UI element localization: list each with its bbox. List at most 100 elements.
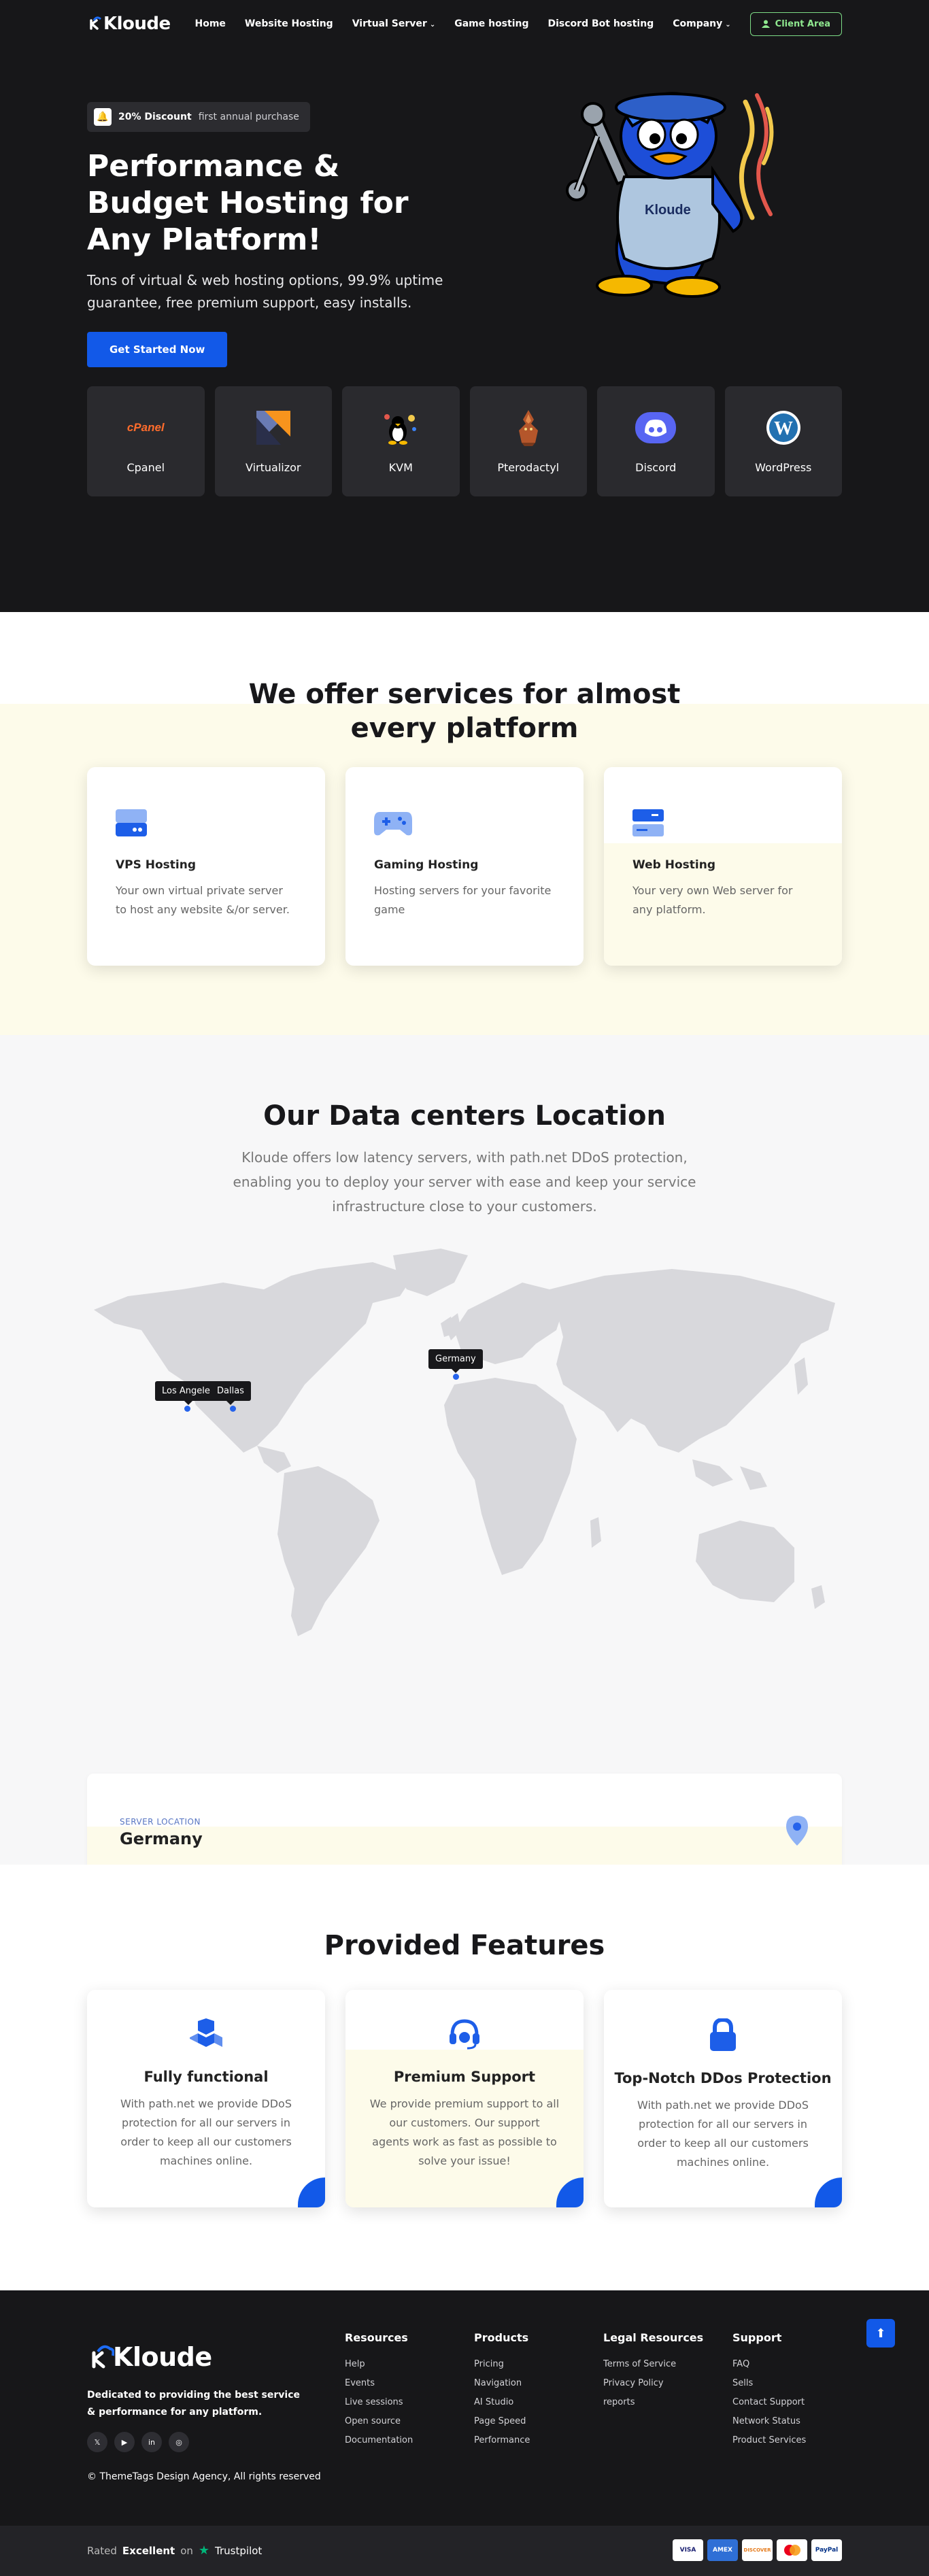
youtube-icon[interactable]: ▶ <box>114 2432 135 2452</box>
platform-label: Discord <box>635 460 677 474</box>
trustpilot-star-icon: ★ <box>198 2543 210 2558</box>
map-marker-label-dallas: Dallas <box>210 1381 251 1405</box>
platform-card-discord[interactable]: Discord <box>597 386 715 496</box>
services-title: We offer services for almost every platf… <box>248 679 681 744</box>
visa-icon: VISA <box>673 2539 703 2561</box>
service-card-gaming[interactable]: Gaming Hosting Hosting servers for your … <box>345 767 584 966</box>
footer-link[interactable]: Performance <box>474 2435 530 2445</box>
service-cards: VPS Hosting Your own virtual private ser… <box>87 767 842 966</box>
web-server-icon <box>632 809 664 836</box>
server-location-name: Germany <box>120 1829 203 1848</box>
nav-home[interactable]: Home <box>195 18 225 29</box>
instagram-icon[interactable]: ◎ <box>169 2432 189 2452</box>
world-map-icon <box>94 1249 835 1636</box>
mastercard-icon <box>777 2539 807 2561</box>
footer-link[interactable]: Open source <box>345 2416 413 2426</box>
footer-tagline: Dedicated to providing the best service … <box>87 2390 300 2418</box>
client-area-button[interactable]: Client Area <box>749 12 842 36</box>
corner-accent <box>815 2177 842 2207</box>
trustpilot-rating[interactable]: Rated Excellent on ★ Trustpilot <box>87 2543 262 2558</box>
rated-word: Excellent <box>122 2544 175 2557</box>
footer-link[interactable]: Help <box>345 2359 413 2369</box>
footer-link[interactable]: reports <box>603 2397 703 2407</box>
service-card-vps[interactable]: VPS Hosting Your own virtual private ser… <box>87 767 325 966</box>
hero-title: Performance & Budget Hosting for Any Pla… <box>87 149 409 257</box>
platform-card-kvm[interactable]: KVM <box>342 386 460 496</box>
feature-card-premium-support: Premium Support We provide premium suppo… <box>345 1990 584 2207</box>
cpanel-logo-text: cPanel <box>126 420 165 434</box>
server-location-label: SERVER LOCATION <box>120 1817 201 1827</box>
features-section: Provided Features Fully functional With … <box>0 1865 929 2290</box>
footer-link[interactable]: Privacy Policy <box>603 2378 703 2388</box>
feature-card-title: Premium Support <box>393 2069 536 2085</box>
footer-column-title: Products <box>474 2331 529 2344</box>
copyright: © ThemeTags Design Agency, All rights re… <box>87 2471 321 2482</box>
footer-link[interactable]: Pricing <box>474 2359 530 2369</box>
platform-label: KVM <box>388 460 413 474</box>
feature-card-text: With path.net we provide DDoS protection… <box>120 2097 292 2167</box>
footer-link[interactable]: Navigation <box>474 2378 530 2388</box>
footer-link[interactable]: Page Speed <box>474 2416 530 2426</box>
discount-text: first annual purchase <box>198 112 299 122</box>
service-card-title: VPS Hosting <box>116 858 197 872</box>
feature-card-title: Top-Notch DDos Protection <box>614 2070 832 2086</box>
headset-icon <box>450 2019 479 2050</box>
penguin-mascot-illustration: Kloude <box>566 92 774 298</box>
footer-column-legal: Legal Resources Terms of Service Privacy… <box>603 2331 703 2416</box>
nav-website-hosting[interactable]: Website Hosting <box>245 18 333 29</box>
footer-link[interactable]: Product Services <box>732 2435 806 2445</box>
map-pin-icon <box>786 1816 808 1846</box>
platform-card-wordpress[interactable]: W WordPress <box>724 386 842 496</box>
site-logo[interactable]: Kloude <box>87 14 171 34</box>
amex-icon: AMEX <box>707 2539 738 2561</box>
footer-link[interactable]: Terms of Service <box>603 2359 703 2369</box>
footer-column-products: Products Pricing Navigation AI Studio Pa… <box>474 2331 530 2454</box>
platform-label: Cpanel <box>126 460 165 474</box>
top-nav: Kloude Home Website Hosting Virtual Serv… <box>87 0 842 48</box>
footer-link[interactable]: FAQ <box>732 2359 806 2369</box>
map-marker-dallas[interactable] <box>230 1406 236 1412</box>
map-marker-germany[interactable] <box>453 1374 459 1380</box>
footer-link[interactable]: Sells <box>732 2378 806 2388</box>
twitter-icon[interactable]: 𝕏 <box>87 2432 107 2452</box>
corner-accent <box>298 2177 325 2207</box>
platform-grid: cPanel Cpanel Virtualizor KVM Pterodacty… <box>87 386 842 496</box>
corner-accent <box>556 2177 584 2207</box>
platform-card-cpanel[interactable]: cPanel Cpanel <box>87 386 205 496</box>
virtualizor-logo-icon <box>256 409 290 446</box>
footer-link[interactable]: AI Studio <box>474 2397 530 2407</box>
nav-company[interactable]: Company ⌄ <box>673 18 730 29</box>
get-started-button[interactable]: Get Started Now <box>87 332 228 367</box>
social-links: 𝕏 ▶ in ◎ <box>87 2432 189 2452</box>
nav-virtual-server[interactable]: Virtual Server ⌄ <box>352 18 435 29</box>
nav-company-label: Company <box>673 18 723 29</box>
footer-logo[interactable]: Kloude <box>87 2342 212 2372</box>
service-card-title: Gaming Hosting <box>374 858 479 872</box>
platform-card-virtualizor[interactable]: Virtualizor <box>214 386 332 496</box>
cloud-logo-icon <box>92 2345 114 2369</box>
footer-link[interactable]: Contact Support <box>732 2397 806 2407</box>
rated-on: on <box>180 2544 193 2557</box>
linkedin-icon[interactable]: in <box>141 2432 162 2452</box>
service-card-text: Hosting servers for your favorite game <box>374 884 552 916</box>
footer-column-resources: Resources Help Events Live sessions Open… <box>345 2331 413 2454</box>
service-card-web[interactable]: Web Hosting Your very own Web server for… <box>604 767 842 966</box>
scroll-to-top-button[interactable]: ⬆ <box>866 2319 895 2348</box>
footer-link[interactable]: Documentation <box>345 2435 413 2445</box>
footer-link[interactable]: Live sessions <box>345 2397 413 2407</box>
footer-link[interactable]: Events <box>345 2378 413 2388</box>
chevron-down-icon: ⌄ <box>429 21 436 29</box>
map-marker-los-angeles[interactable] <box>184 1406 190 1412</box>
nav-game-hosting[interactable]: Game hosting <box>454 18 528 29</box>
logo-text: Kloude <box>103 14 171 34</box>
platform-label: WordPress <box>755 460 812 474</box>
footer-link[interactable]: Network Status <box>732 2416 806 2426</box>
nav-discord-bot-hosting[interactable]: Discord Bot hosting <box>548 18 654 29</box>
feature-card-text: We provide premium support to all our cu… <box>369 2097 560 2167</box>
platform-label: Virtualizor <box>246 460 301 474</box>
platform-card-pterodactyl[interactable]: Pterodactyl <box>469 386 587 496</box>
cpanel-logo-icon: cPanel <box>127 409 165 446</box>
discount-amount: 20% Discount <box>118 112 192 122</box>
gamepad-icon <box>374 812 412 836</box>
user-icon <box>761 20 770 28</box>
